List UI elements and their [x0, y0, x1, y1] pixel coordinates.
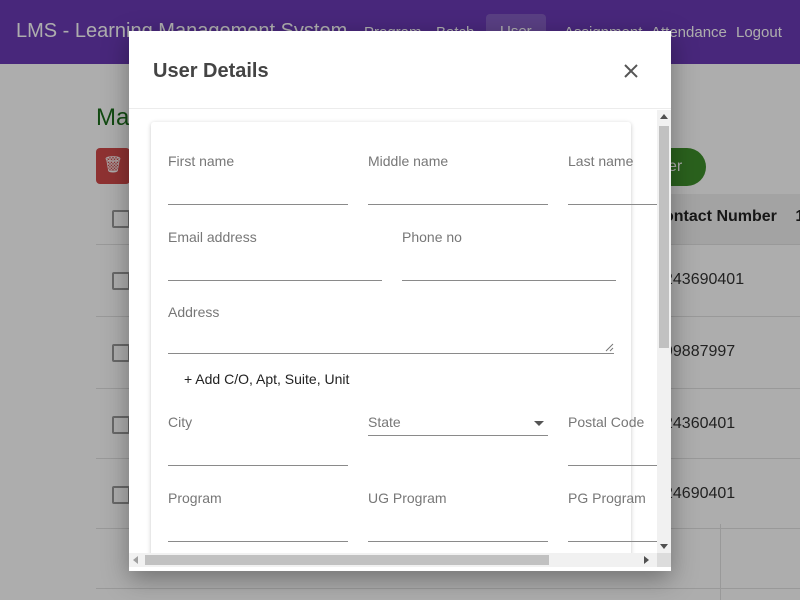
- state-select[interactable]: State: [368, 414, 548, 448]
- horizontal-scrollbar[interactable]: [129, 553, 657, 567]
- program-label: Program: [168, 490, 222, 506]
- user-details-dialog: User Details First name Middle name Last…: [129, 31, 671, 571]
- first-name-label: First name: [168, 153, 235, 169]
- last-name-label: Last name: [568, 153, 634, 169]
- pg-program-label: PG Program: [568, 490, 646, 506]
- scroll-right-icon[interactable]: [644, 556, 649, 564]
- ug-program-field[interactable]: UG Program: [368, 490, 548, 542]
- state-label: State: [368, 414, 401, 430]
- resize-grip-icon[interactable]: [604, 342, 614, 352]
- first-name-field[interactable]: First name: [168, 153, 348, 205]
- address-label: Address: [168, 304, 220, 320]
- dialog-header: User Details: [129, 31, 671, 109]
- scroll-corner: [657, 553, 671, 567]
- vertical-scroll-thumb[interactable]: [659, 126, 669, 348]
- scroll-down-icon[interactable]: [660, 544, 668, 549]
- phone-field[interactable]: Phone no: [402, 229, 616, 281]
- vertical-scrollbar[interactable]: [657, 110, 671, 553]
- pg-program-field[interactable]: PG Program: [568, 490, 657, 542]
- user-form-card: First name Middle name Last name Email a…: [151, 122, 657, 553]
- dialog-body: First name Middle name Last name Email a…: [129, 110, 657, 553]
- email-label: Email address: [168, 229, 257, 245]
- close-button[interactable]: [619, 59, 643, 83]
- middle-name-label: Middle name: [368, 153, 449, 169]
- city-field[interactable]: City: [168, 414, 348, 466]
- scroll-up-icon[interactable]: [660, 114, 668, 119]
- close-icon: [624, 64, 638, 78]
- dialog-title: User Details: [153, 60, 269, 82]
- scroll-left-icon[interactable]: [133, 556, 138, 564]
- add-address-line-link[interactable]: + Add C/O, Apt, Suite, Unit: [184, 371, 349, 387]
- address-field[interactable]: Address: [168, 304, 614, 354]
- postal-code-label: Postal Code: [568, 414, 645, 430]
- city-label: City: [168, 414, 193, 430]
- chevron-down-icon: [534, 421, 544, 426]
- last-name-field[interactable]: Last name: [568, 153, 657, 205]
- email-field[interactable]: Email address: [168, 229, 382, 281]
- middle-name-field[interactable]: Middle name: [368, 153, 548, 205]
- phone-label: Phone no: [402, 229, 462, 245]
- postal-code-field[interactable]: Postal Code: [568, 414, 657, 466]
- horizontal-scroll-thumb[interactable]: [145, 555, 549, 565]
- program-field[interactable]: Program: [168, 490, 348, 542]
- ug-program-label: UG Program: [368, 490, 447, 506]
